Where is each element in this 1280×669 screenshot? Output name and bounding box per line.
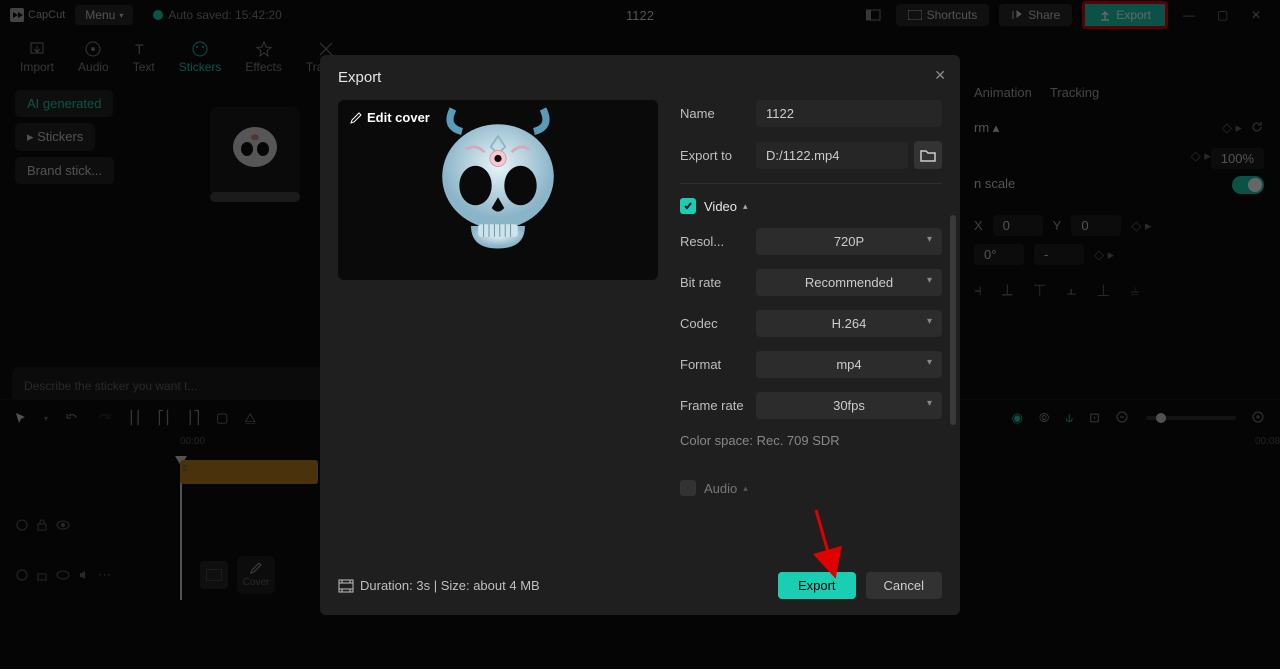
color-space-info: Color space: Rec. 709 SDR [680,433,942,448]
cancel-button[interactable]: Cancel [866,572,942,599]
format-select[interactable]: mp4 [756,351,942,378]
export-to-label: Export to [680,148,756,163]
check-icon [683,201,693,211]
codec-label: Codec [680,316,756,331]
audio-section-label: Audio [704,481,737,496]
modal-close-icon[interactable]: ✕ [934,67,946,84]
modal-scrollbar[interactable] [950,215,956,425]
framerate-select[interactable]: 30fps [756,392,942,419]
export-modal: Export ✕ Edit cover [320,55,960,615]
name-label: Name [680,106,756,121]
resolution-label: Resol... [680,234,756,249]
cover-preview[interactable]: Edit cover [338,100,658,280]
skull-image [408,100,588,280]
modal-title: Export [338,69,942,86]
folder-icon [920,148,936,162]
video-section-label: Video [704,199,737,214]
pencil-icon [350,112,362,124]
folder-button[interactable] [914,141,942,169]
framerate-label: Frame rate [680,398,756,413]
bitrate-label: Bit rate [680,275,756,290]
format-label: Format [680,357,756,372]
edit-cover-button[interactable]: Edit cover [350,110,430,125]
resolution-select[interactable]: 720P [756,228,942,255]
duration-info: Duration: 3s | Size: about 4 MB [338,578,540,593]
codec-select[interactable]: H.264 [756,310,942,337]
film-icon [338,579,354,593]
video-checkbox[interactable] [680,198,696,214]
audio-checkbox[interactable] [680,480,696,496]
export-confirm-button[interactable]: Export [778,572,856,599]
export-path-input[interactable]: D:/1122.mp4 [756,142,908,169]
name-input[interactable]: 1122 [756,100,942,127]
bitrate-select[interactable]: Recommended [756,269,942,296]
